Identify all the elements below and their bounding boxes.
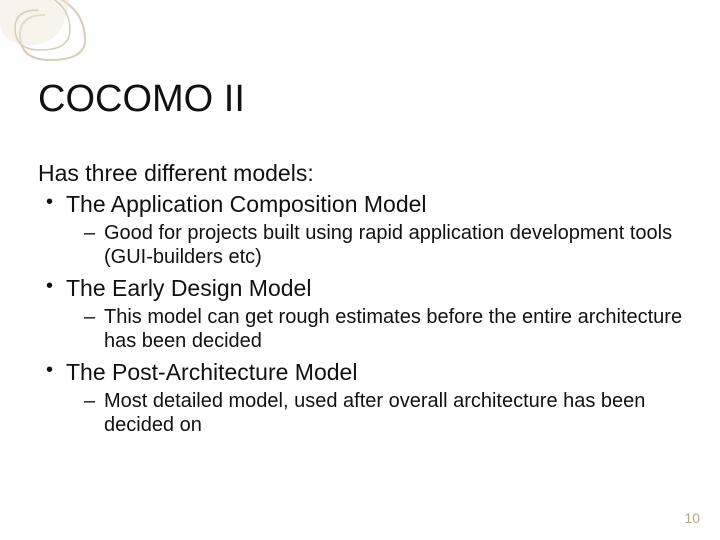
bullet-item: The Early Design Model [38,275,692,302]
sub-bullet-item: This model can get rough estimates befor… [38,305,692,353]
corner-decoration [0,0,120,65]
sub-bullet-item: Good for projects built using rapid appl… [38,221,692,269]
bullet-item: The Application Composition Model [38,191,692,218]
slide-title: COCOMO II [38,78,245,121]
bullet-item: The Post-Architecture Model [38,359,692,386]
page-number: 10 [684,510,700,526]
slide-content: Has three different models: The Applicat… [38,160,692,443]
sub-bullet-item: Most detailed model, used after overall … [38,389,692,437]
intro-text: Has three different models: [38,160,692,187]
